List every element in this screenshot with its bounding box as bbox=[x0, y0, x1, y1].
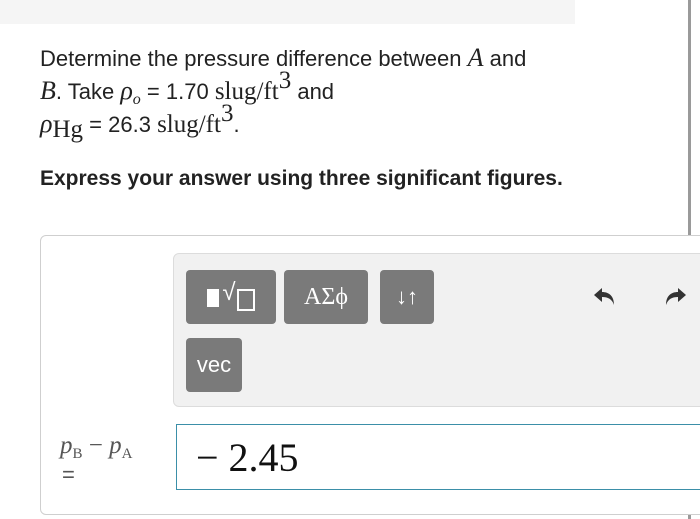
top-bar bbox=[0, 0, 575, 24]
instruction-text: Express your answer using three signific… bbox=[40, 167, 563, 190]
redo-icon[interactable] bbox=[660, 282, 690, 318]
answer-value[interactable]: − 2.45 bbox=[196, 434, 299, 481]
undo-icon[interactable] bbox=[590, 282, 620, 318]
equals-sign: = bbox=[62, 462, 75, 487]
templates-button[interactable]: √ bbox=[186, 270, 276, 324]
greek-symbols-button[interactable]: ΑΣϕ bbox=[284, 270, 368, 324]
templates-icon: √ bbox=[207, 279, 255, 311]
problem-statement: Determine the pressure difference betwee… bbox=[40, 43, 527, 143]
vec-button[interactable]: vec bbox=[186, 338, 242, 392]
answer-variable-label: pB − pA bbox=[60, 432, 133, 462]
arrows-button[interactable]: ↓↑ bbox=[380, 270, 434, 324]
